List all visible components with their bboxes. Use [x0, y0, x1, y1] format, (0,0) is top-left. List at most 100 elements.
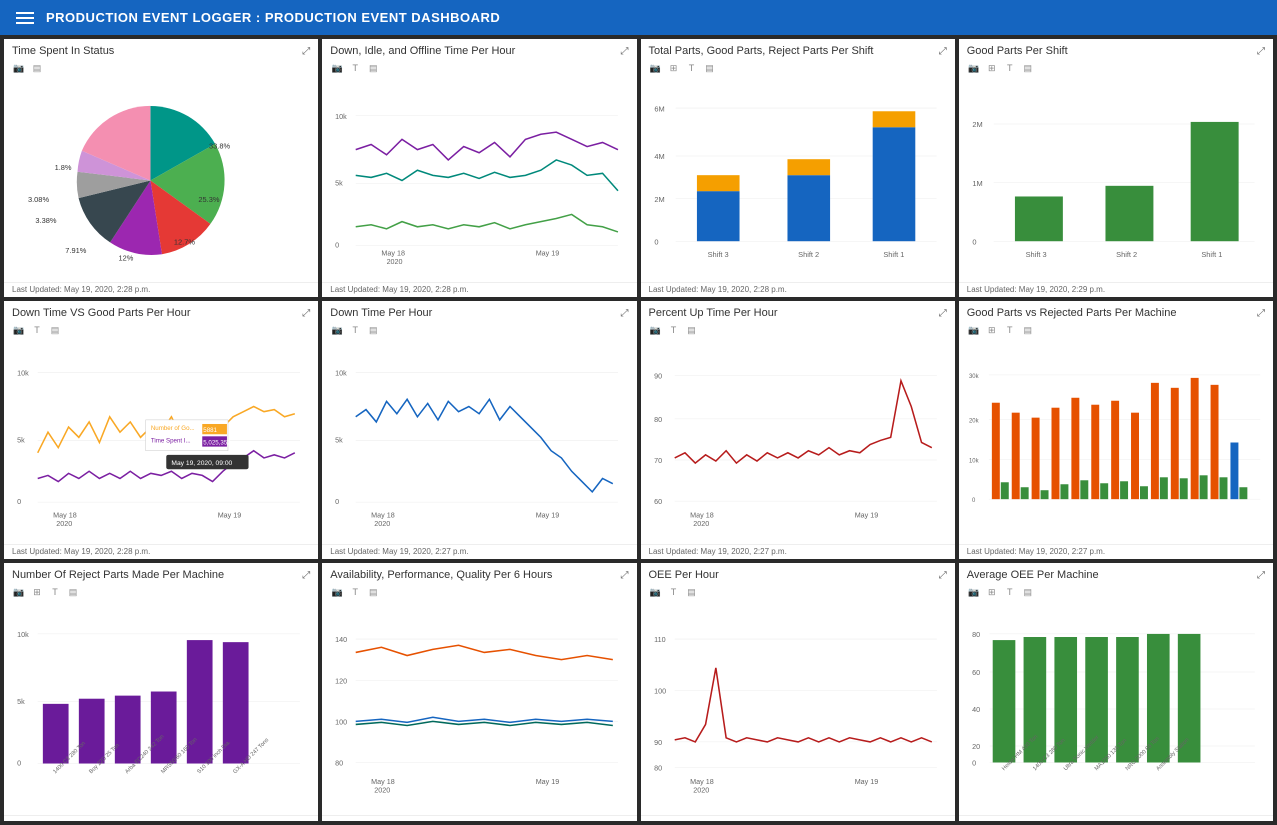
toolbar-3: 📷 ⊞ T ▤ [641, 61, 955, 77]
chart-body-4: 2M 1M 0 Shift 3 Shift 2 Shift 1 [959, 77, 1273, 282]
grid-icon-4[interactable]: ⊞ [985, 61, 999, 75]
panel-title-7: Percent Up Time Per Hour [649, 307, 778, 319]
settings-icon-3[interactable]: ▤ [703, 61, 717, 75]
svg-text:Shift 3: Shift 3 [707, 250, 728, 259]
settings-icon-6[interactable]: ▤ [366, 323, 380, 337]
panel-title-10: Availability, Performance, Quality Per 6… [330, 569, 552, 581]
svg-text:Shift 1: Shift 1 [883, 250, 904, 259]
svg-text:0: 0 [654, 237, 658, 246]
svg-text:2020: 2020 [387, 257, 403, 266]
svg-text:80: 80 [654, 764, 662, 773]
hamburger-menu[interactable] [16, 12, 34, 24]
panel-title-9: Number Of Reject Parts Made Per Machine [12, 569, 224, 581]
panel-title-5: Down Time VS Good Parts Per Hour [12, 307, 191, 319]
panel-downtime-vs-good: Down Time VS Good Parts Per Hour ⤢ 📷 T ▤… [4, 301, 318, 559]
t-icon-6[interactable]: T [348, 323, 362, 337]
camera-icon-5[interactable]: 📷 [12, 323, 26, 337]
camera-icon-3[interactable]: 📷 [649, 61, 663, 75]
svg-text:Shift 1: Shift 1 [1201, 250, 1222, 259]
grid-icon-8[interactable]: ⊞ [985, 323, 999, 337]
toolbar-8: 📷 ⊞ T ▤ [959, 323, 1273, 339]
camera-icon-1[interactable]: 📷 [12, 61, 26, 75]
svg-text:30k: 30k [969, 374, 979, 380]
camera-icon-11[interactable]: 📷 [649, 585, 663, 599]
grid-icon-3[interactable]: ⊞ [667, 61, 681, 75]
svg-text:80: 80 [335, 759, 343, 768]
expand-icon-1[interactable]: ⤢ [302, 46, 310, 57]
panel-good-vs-rejected: Good Parts vs Rejected Parts Per Machine… [959, 301, 1273, 559]
svg-text:20: 20 [972, 742, 980, 751]
expand-icon-3[interactable]: ⤢ [939, 46, 947, 57]
t-icon-4[interactable]: T [1003, 61, 1017, 75]
app-header: PRODUCTION EVENT LOGGER : PRODUCTION EVE… [0, 0, 1277, 35]
camera-icon-2[interactable]: 📷 [330, 61, 344, 75]
panel-oee-per-hour: OEE Per Hour ⤢ 📷 T ▤ 110 100 90 80 May 1… [641, 563, 955, 821]
svg-text:2020: 2020 [374, 785, 390, 794]
settings-icon-8[interactable]: ▤ [1021, 323, 1035, 337]
svg-text:2020: 2020 [693, 785, 709, 794]
panel-down-idle: Down, Idle, and Offline Time Per Hour ⤢ … [322, 39, 636, 297]
expand-icon-5[interactable]: ⤢ [302, 308, 310, 319]
svg-text:May 19: May 19 [854, 777, 878, 786]
expand-icon-4[interactable]: ⤢ [1257, 46, 1265, 57]
svg-text:0: 0 [972, 498, 976, 504]
settings-icon-2[interactable]: ▤ [366, 61, 380, 75]
camera-icon-6[interactable]: 📷 [330, 323, 344, 337]
toolbar-5: 📷 T ▤ [4, 323, 318, 339]
expand-icon-10[interactable]: ⤢ [621, 570, 629, 581]
t-icon-2[interactable]: T [348, 61, 362, 75]
toolbar-1: 📷 ▤ [4, 61, 318, 77]
t-icon-12[interactable]: T [1003, 585, 1017, 599]
toolbar-4: 📷 ⊞ T ▤ [959, 61, 1273, 77]
svg-text:2020: 2020 [374, 519, 390, 528]
svg-text:60: 60 [654, 497, 662, 506]
settings-icon-10[interactable]: ▤ [366, 585, 380, 599]
t-icon-5[interactable]: T [30, 323, 44, 337]
expand-icon-7[interactable]: ⤢ [939, 308, 947, 319]
camera-icon-9[interactable]: 📷 [12, 585, 26, 599]
settings-icon-7[interactable]: ▤ [685, 323, 699, 337]
toolbar-10: 📷 T ▤ [322, 585, 636, 601]
settings-icon-4[interactable]: ▤ [1021, 61, 1035, 75]
chart-body-3: 6M 4M 2M 0 Shift 3 Shift 2 Shift 1 [641, 77, 955, 282]
settings-icon-11[interactable]: ▤ [685, 585, 699, 599]
t-icon-8[interactable]: T [1003, 323, 1017, 337]
svg-text:May 19: May 19 [218, 511, 242, 520]
t-icon-9[interactable]: T [48, 585, 62, 599]
settings-icon-1[interactable]: ▤ [30, 61, 44, 75]
svg-text:6M: 6M [654, 104, 664, 113]
panel-title-12: Average OEE Per Machine [967, 569, 1099, 581]
camera-icon-8[interactable]: 📷 [967, 323, 981, 337]
svg-text:0: 0 [335, 497, 339, 506]
settings-icon-5[interactable]: ▤ [48, 323, 62, 337]
chart-body-2: 10k 5k 0 May 18 2020 May 19 [322, 77, 636, 282]
svg-text:80: 80 [972, 630, 980, 639]
camera-icon-4[interactable]: 📷 [967, 61, 981, 75]
grid-icon-12[interactable]: ⊞ [985, 585, 999, 599]
camera-icon-7[interactable]: 📷 [649, 323, 663, 337]
svg-text:100: 100 [654, 687, 666, 696]
svg-text:May 19, 2020, 09:00: May 19, 2020, 09:00 [171, 460, 232, 467]
svg-text:40: 40 [972, 705, 980, 714]
camera-icon-10[interactable]: 📷 [330, 585, 344, 599]
svg-text:May 19: May 19 [536, 511, 560, 520]
expand-icon-12[interactable]: ⤢ [1257, 570, 1265, 581]
expand-icon-11[interactable]: ⤢ [939, 570, 947, 581]
panel-title-3: Total Parts, Good Parts, Reject Parts Pe… [649, 45, 874, 57]
grid-icon-9[interactable]: ⊞ [30, 585, 44, 599]
expand-icon-9[interactable]: ⤢ [302, 570, 310, 581]
t-icon-3[interactable]: T [685, 61, 699, 75]
t-icon-7[interactable]: T [667, 323, 681, 337]
expand-icon-8[interactable]: ⤢ [1257, 308, 1265, 319]
panel-downtime-per-hour: Down Time Per Hour ⤢ 📷 T ▤ 10k 5k 0 May … [322, 301, 636, 559]
svg-text:140: 140 [335, 635, 347, 644]
expand-icon-2[interactable]: ⤢ [621, 46, 629, 57]
settings-icon-12[interactable]: ▤ [1021, 585, 1035, 599]
t-icon-11[interactable]: T [667, 585, 681, 599]
t-icon-10[interactable]: T [348, 585, 362, 599]
svg-text:10k: 10k [17, 369, 29, 378]
camera-icon-12[interactable]: 📷 [967, 585, 981, 599]
expand-icon-6[interactable]: ⤢ [621, 308, 629, 319]
chart-body-5: 10k 5k 0 Number of Go... 5881 Time Spent… [4, 339, 318, 544]
settings-icon-9[interactable]: ▤ [66, 585, 80, 599]
